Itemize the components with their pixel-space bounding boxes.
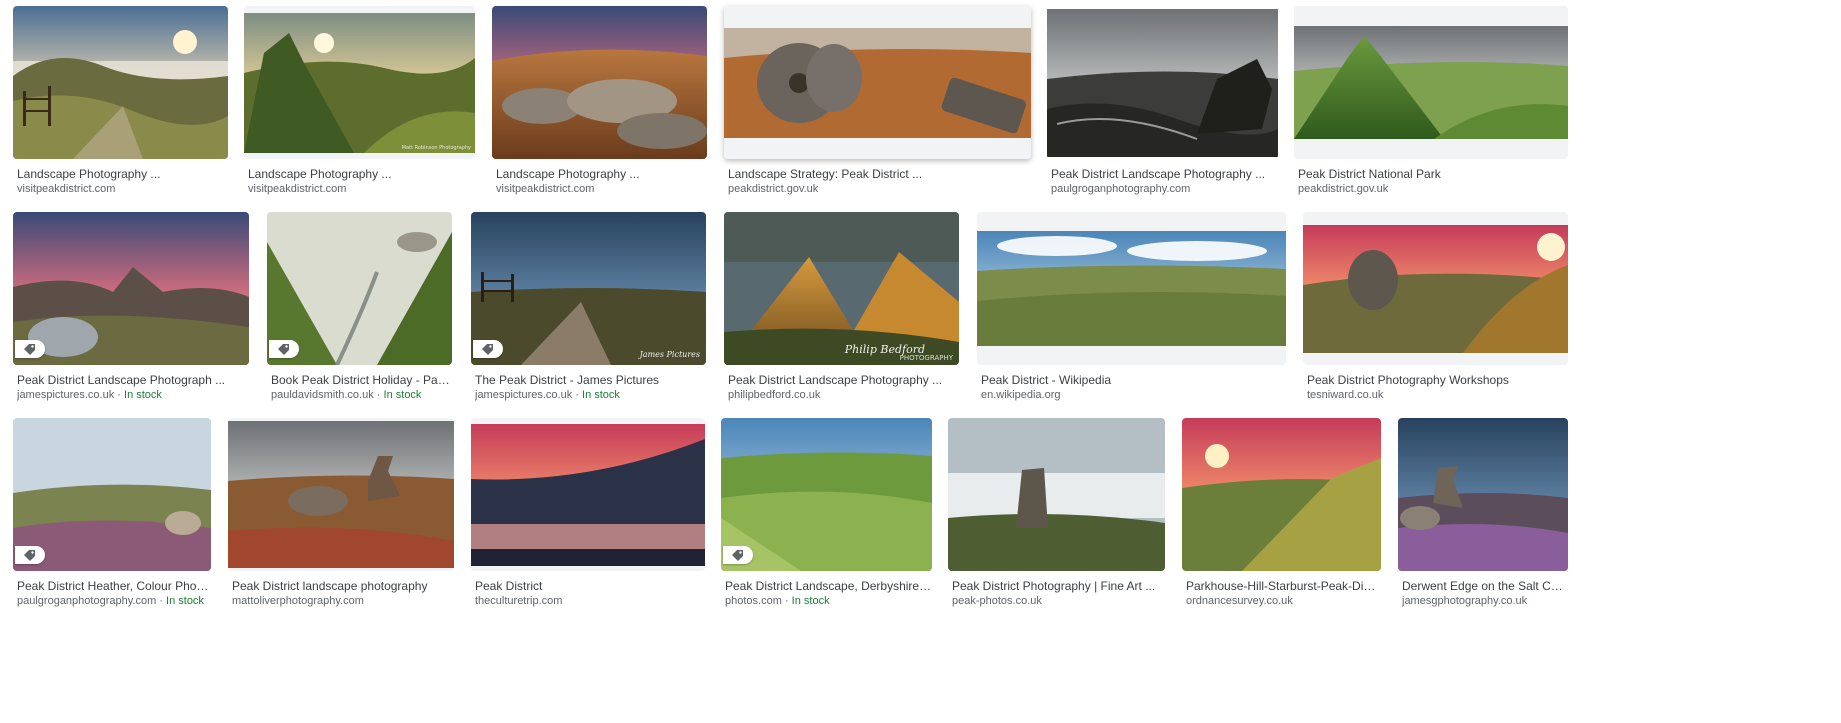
- image-result[interactable]: Peak District theculturetrip.com: [471, 418, 705, 608]
- result-thumbnail[interactable]: [977, 212, 1286, 365]
- result-title[interactable]: Parkhouse-Hill-Starburst-Peak-District .…: [1186, 579, 1381, 594]
- image-result[interactable]: Peak District National Park peakdistrict…: [1294, 6, 1568, 196]
- result-title[interactable]: Peak District National Park: [1298, 167, 1568, 182]
- result-source[interactable]: visitpeakdistrict.com: [496, 182, 707, 196]
- result-thumbnail[interactable]: [1398, 418, 1568, 571]
- result-title[interactable]: Peak District: [475, 579, 705, 594]
- result-source[interactable]: mattoliverphotography.com: [232, 594, 454, 608]
- result-thumbnail[interactable]: [1047, 6, 1278, 159]
- result-title[interactable]: The Peak District - James Pictures: [475, 373, 706, 388]
- result-title[interactable]: Book Peak District Holiday - Paul Da...: [271, 373, 452, 388]
- result-title[interactable]: Peak District Landscape Photography ...: [1051, 167, 1278, 182]
- image-result[interactable]: Peak District Landscape, Derbyshire by .…: [721, 418, 932, 608]
- result-source[interactable]: philipbedford.co.uk: [728, 388, 959, 402]
- result-source[interactable]: tesniward.co.uk: [1307, 388, 1568, 402]
- result-source[interactable]: visitpeakdistrict.com: [248, 182, 475, 196]
- image-result[interactable]: Matt Robinson Photography Landscape Phot…: [244, 6, 475, 196]
- result-source[interactable]: ordnancesurvey.co.uk: [1186, 594, 1381, 608]
- image-result[interactable]: Peak District Landscape Photography ... …: [1047, 6, 1278, 196]
- photo-watermark: PHOTOGRAPHY: [899, 354, 953, 362]
- result-title[interactable]: Landscape Photography ...: [496, 167, 707, 182]
- image-result[interactable]: Peak District Landscape Photograph ... j…: [13, 212, 249, 402]
- result-source[interactable]: jamesgphotography.co.uk: [1402, 594, 1568, 608]
- result-title[interactable]: Peak District landscape photography: [232, 579, 454, 594]
- result-title[interactable]: Landscape Photography ...: [248, 167, 475, 182]
- result-thumbnail[interactable]: [471, 418, 705, 571]
- result-title[interactable]: Landscape Strategy: Peak District ...: [728, 167, 1031, 182]
- image-result[interactable]: Book Peak District Holiday - Paul Da... …: [267, 212, 452, 402]
- result-thumbnail[interactable]: Philip Bedford PHOTOGRAPHY: [724, 212, 959, 365]
- result-title[interactable]: Derwent Edge on the Salt Cellar ...: [1402, 579, 1568, 594]
- result-source[interactable]: jamespictures.co.uk · In stock: [17, 388, 249, 402]
- image-result[interactable]: Peak District Heather, Colour Photogra..…: [13, 418, 211, 608]
- result-thumbnail[interactable]: [948, 418, 1165, 571]
- result-source[interactable]: paulgroganphotography.com · In stock: [17, 594, 211, 608]
- result-source[interactable]: en.wikipedia.org: [981, 388, 1286, 402]
- result-thumbnail[interactable]: [1182, 418, 1381, 571]
- result-source[interactable]: peak-photos.co.uk: [952, 594, 1165, 608]
- result-source[interactable]: peakdistrict.gov.uk: [728, 182, 1031, 196]
- image-result[interactable]: Landscape Photography ... visitpeakdistr…: [492, 6, 707, 196]
- result-thumbnail[interactable]: [724, 6, 1031, 159]
- result-source[interactable]: theculturetrip.com: [475, 594, 705, 608]
- in-stock-badge: In stock: [791, 595, 830, 607]
- result-title[interactable]: Peak District Photography Workshops: [1307, 373, 1568, 388]
- image-result[interactable]: Peak District Photography Workshops tesn…: [1303, 212, 1568, 402]
- image-result[interactable]: Derwent Edge on the Salt Cellar ... jame…: [1398, 418, 1568, 608]
- result-source[interactable]: pauldavidsmith.co.uk · In stock: [271, 388, 452, 402]
- result-thumbnail[interactable]: [267, 212, 452, 365]
- in-stock-badge: In stock: [124, 389, 162, 401]
- result-title[interactable]: Peak District Landscape, Derbyshire by .…: [725, 579, 932, 594]
- image-result[interactable]: Philip Bedford PHOTOGRAPHY Peak District…: [724, 212, 959, 402]
- result-thumbnail[interactable]: [721, 418, 932, 571]
- photo-watermark: Matt Robinson Photography: [401, 145, 471, 151]
- result-thumbnail[interactable]: [13, 6, 228, 159]
- image-result[interactable]: Peak District landscape photography matt…: [228, 418, 454, 608]
- image-result[interactable]: Landscape Strategy: Peak District ... pe…: [724, 6, 1031, 196]
- result-title[interactable]: Peak District Photography | Fine Art ...: [952, 579, 1165, 594]
- result-thumbnail[interactable]: James Pictures: [471, 212, 706, 365]
- shopping-tag-icon: [723, 546, 753, 564]
- result-title[interactable]: Peak District - Wikipedia: [981, 373, 1286, 388]
- result-title[interactable]: Peak District Landscape Photograph ...: [17, 373, 249, 388]
- result-title[interactable]: Peak District Heather, Colour Photogra..…: [17, 579, 211, 594]
- result-thumbnail[interactable]: [13, 212, 249, 365]
- image-result[interactable]: Parkhouse-Hill-Starburst-Peak-District .…: [1182, 418, 1381, 608]
- image-result[interactable]: Peak District - Wikipedia en.wikipedia.o…: [977, 212, 1286, 402]
- image-result[interactable]: James Pictures The Peak District - James…: [471, 212, 706, 402]
- in-stock-badge: In stock: [166, 595, 204, 607]
- shopping-tag-icon: [15, 340, 45, 358]
- image-result[interactable]: Peak District Photography | Fine Art ...…: [948, 418, 1165, 608]
- result-source[interactable]: photos.com · In stock: [725, 594, 932, 608]
- result-thumbnail[interactable]: [1294, 6, 1568, 159]
- shopping-tag-icon: [473, 340, 503, 358]
- result-thumbnail[interactable]: [1303, 212, 1568, 365]
- result-source[interactable]: visitpeakdistrict.com: [17, 182, 228, 196]
- result-thumbnail[interactable]: [492, 6, 707, 159]
- result-thumbnail[interactable]: [13, 418, 211, 571]
- result-thumbnail[interactable]: [228, 418, 454, 571]
- in-stock-badge: In stock: [582, 389, 620, 401]
- result-title[interactable]: Peak District Landscape Photography ...: [728, 373, 959, 388]
- result-thumbnail[interactable]: Matt Robinson Photography: [244, 6, 475, 159]
- shopping-tag-icon: [15, 546, 45, 564]
- photo-watermark: James Pictures: [639, 350, 700, 359]
- result-source[interactable]: jamespictures.co.uk · In stock: [475, 388, 706, 402]
- result-source[interactable]: paulgroganphotography.com: [1051, 182, 1278, 196]
- result-source[interactable]: peakdistrict.gov.uk: [1298, 182, 1568, 196]
- shopping-tag-icon: [269, 340, 299, 358]
- image-result[interactable]: Landscape Photography ... visitpeakdistr…: [13, 6, 228, 196]
- in-stock-badge: In stock: [383, 389, 422, 401]
- result-title[interactable]: Landscape Photography ...: [17, 167, 228, 182]
